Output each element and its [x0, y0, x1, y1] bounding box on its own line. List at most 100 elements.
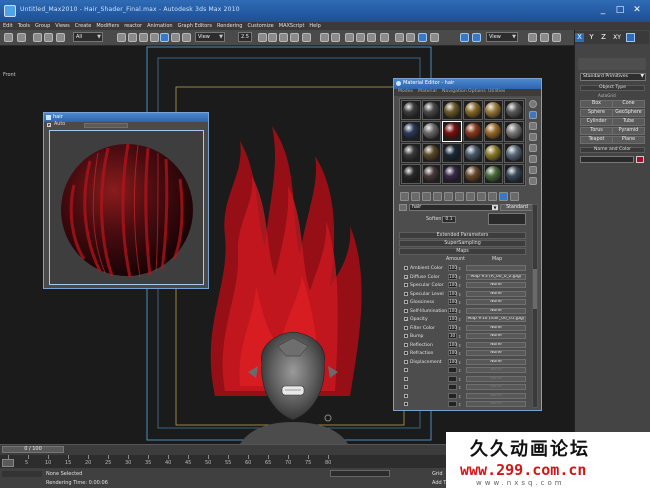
put-to-library-icon[interactable] — [455, 192, 464, 201]
material-effects-channel-icon[interactable] — [466, 192, 475, 201]
menu-item-edit[interactable]: Edit — [3, 22, 13, 30]
reset-map-icon[interactable] — [433, 192, 442, 201]
spinner-arrows-icon[interactable]: ⇕ — [458, 394, 461, 399]
material-slot[interactable] — [504, 142, 524, 163]
selection-filter-dropdown[interactable]: All ▼ — [73, 32, 103, 42]
material-name-dropdown[interactable]: ▼ — [492, 205, 498, 210]
spinner-arrows-icon[interactable]: ⇕ — [458, 360, 461, 365]
coordinate-x-field[interactable] — [330, 470, 390, 477]
spinner-arrows-icon[interactable]: ⇕ — [458, 300, 461, 305]
teapot-button[interactable]: Teapot — [580, 136, 613, 144]
time-slider[interactable]: 0 / 100 — [2, 446, 64, 453]
window-crossing-icon[interactable] — [150, 33, 159, 42]
select-link-icon[interactable] — [33, 33, 42, 42]
edit-named-sets-icon[interactable] — [302, 33, 311, 42]
maps-rollout[interactable]: Maps — [399, 248, 526, 255]
panel-hierarchy-icon[interactable] — [552, 33, 561, 42]
panel-modify-icon[interactable] — [540, 33, 549, 42]
menu-item-reactor[interactable]: reactor — [124, 22, 142, 30]
material-slot[interactable] — [462, 121, 483, 142]
material-slot[interactable] — [462, 163, 483, 184]
preview-title-bar[interactable]: hair — [44, 113, 208, 122]
background-icon[interactable] — [529, 122, 537, 130]
material-slot[interactable] — [401, 142, 421, 163]
map-amount-spinner[interactable]: 100 — [448, 358, 457, 365]
map-slot-button[interactable]: None — [466, 290, 526, 297]
map-enable-checkbox[interactable] — [404, 291, 408, 296]
sample-type-icon[interactable] — [529, 100, 537, 108]
key-mode-icon[interactable] — [2, 459, 14, 467]
map-slot-button[interactable]: None — [466, 324, 526, 331]
map-slot-button[interactable]: Map #3 (R_00_0_2.jpg) — [466, 273, 526, 280]
video-color-check-icon[interactable] — [529, 144, 537, 152]
map-enable-checkbox[interactable] — [404, 359, 408, 364]
map-slot-button[interactable]: None — [466, 299, 526, 305]
named-selection-dropdown[interactable]: View ▼ — [486, 32, 518, 42]
map-amount-spinner[interactable] — [448, 375, 457, 382]
curve-editor-icon[interactable] — [356, 33, 365, 42]
cylinder-button[interactable]: Cylinder — [580, 118, 613, 126]
put-to-scene-icon[interactable] — [411, 192, 420, 201]
spinner-arrows-icon[interactable]: ⇕ — [458, 402, 461, 407]
map-slot-button[interactable]: None — [466, 350, 526, 356]
map-enable-checkbox[interactable]: ✓ — [404, 317, 408, 322]
scrollbar-thumb[interactable] — [533, 269, 537, 309]
box-button[interactable]: Box — [580, 100, 613, 108]
menu-item-maxscript[interactable]: MAXScript — [279, 22, 305, 30]
xy-axis-button[interactable]: XY — [611, 33, 623, 42]
map-enable-checkbox[interactable]: ✓ — [404, 274, 408, 279]
map-amount-spinner[interactable]: 100 — [448, 324, 457, 331]
bind-space-warp-icon[interactable] — [56, 33, 65, 42]
map-enable-checkbox[interactable] — [404, 385, 408, 389]
menu-material[interactable]: Material — [418, 89, 437, 94]
map-amount-spinner[interactable]: 100 — [448, 282, 457, 288]
map-slot-button[interactable]: None — [466, 375, 526, 382]
align-icon[interactable] — [331, 33, 340, 42]
map-enable-checkbox[interactable] — [404, 342, 408, 347]
map-amount-spinner[interactable] — [448, 384, 457, 390]
layer-manager-icon[interactable] — [345, 33, 354, 42]
spinner-arrows-icon[interactable]: ⇕ — [458, 266, 461, 271]
spinner-arrows-icon[interactable]: ⇕ — [458, 368, 461, 373]
pyramid-button[interactable]: Pyramid — [612, 127, 645, 135]
update-button[interactable] — [84, 123, 128, 128]
spinner-arrows-icon[interactable]: ⇕ — [458, 334, 461, 339]
map-enable-checkbox[interactable] — [404, 300, 408, 304]
select-and-rotate-icon[interactable] — [171, 33, 180, 42]
go-to-parent-icon[interactable] — [499, 192, 508, 201]
material-name-field[interactable]: hair — [409, 204, 498, 211]
spinner-snap-icon[interactable] — [290, 33, 299, 42]
show-end-result-icon[interactable] — [488, 192, 497, 201]
map-enable-checkbox[interactable] — [404, 325, 408, 330]
mirror-icon[interactable] — [320, 33, 329, 42]
map-amount-spinner[interactable] — [448, 392, 457, 399]
map-slot-button[interactable]: None — [466, 358, 526, 365]
menu-options[interactable]: Options — [468, 89, 486, 94]
material-slot[interactable] — [483, 121, 504, 142]
material-slot[interactable] — [442, 163, 462, 184]
spinner-arrows-icon[interactable]: ⇕ — [458, 377, 461, 382]
map-amount-spinner[interactable] — [448, 401, 457, 407]
minimize-button[interactable]: _ — [596, 5, 610, 15]
y-axis-button[interactable]: Y — [587, 33, 596, 42]
uv-tiling-icon[interactable] — [529, 133, 537, 141]
select-by-material-icon[interactable] — [529, 177, 537, 185]
menu-modes[interactable]: Modes — [398, 89, 413, 94]
map-slot-button[interactable]: Map #10 (hair_00_01.jpg) — [466, 316, 526, 322]
material-slot[interactable] — [401, 121, 421, 142]
material-slot[interactable] — [401, 163, 421, 184]
select-and-move-icon[interactable] — [160, 33, 169, 42]
spinner-arrows-icon[interactable]: ⇕ — [458, 351, 461, 356]
spinner-arrows-icon[interactable]: ⇕ — [458, 343, 461, 348]
menu-utilities[interactable]: Utilities — [488, 89, 505, 94]
geosphere-button[interactable]: GeoSphere — [612, 109, 645, 117]
material-slot[interactable] — [483, 100, 504, 121]
map-slot-button[interactable]: None — [466, 282, 526, 288]
z-axis-button[interactable]: Z — [599, 33, 608, 42]
render-production-icon[interactable] — [430, 33, 439, 42]
select-object-icon[interactable] — [117, 33, 126, 42]
maxscript-listener[interactable] — [2, 471, 42, 477]
menu-item-customize[interactable]: Customize — [248, 22, 274, 30]
cone-button[interactable]: Cone — [612, 100, 645, 108]
select-by-name-icon[interactable] — [128, 33, 137, 42]
